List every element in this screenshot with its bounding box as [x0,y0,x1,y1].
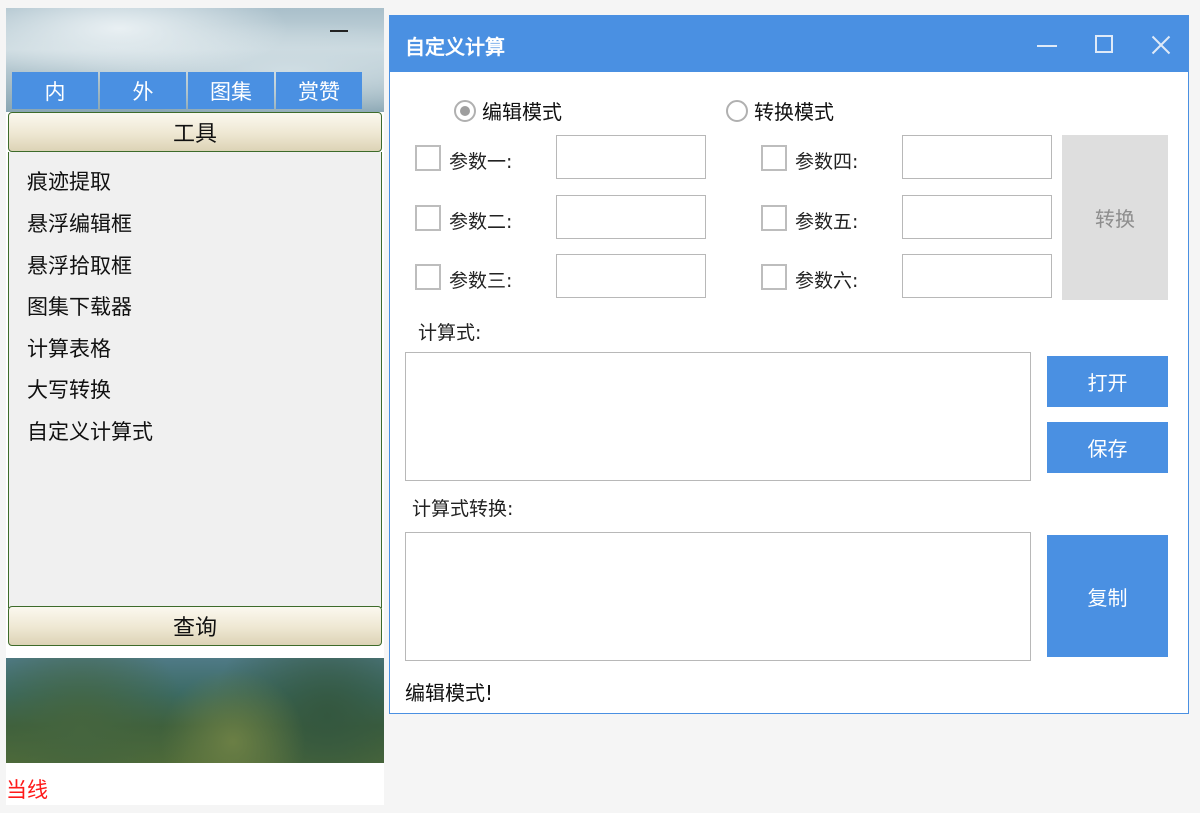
tool-item-custom-formula[interactable]: 自定义计算式 [27,416,153,446]
formula-textarea[interactable] [405,352,1031,481]
minimize-icon [1037,45,1057,47]
edit-mode-radio[interactable]: 编辑模式 [454,96,562,125]
param-2-label: 参数二: [449,211,513,233]
tool-list: 痕迹提取 悬浮编辑框 悬浮拾取框 图集下载器 计算表格 大写转换 自定义计算式 [8,152,382,608]
copy-button[interactable]: 复制 [1047,535,1168,657]
nav-tabs: 内 外 图集 赏赞 [12,72,364,109]
background-forest-image [6,658,384,763]
converted-formula-label: 计算式转换: [412,498,514,520]
radio-selected-icon [454,99,476,122]
param-4-input[interactable] [902,135,1052,179]
tool-item-floating-pick-box[interactable]: 悬浮拾取框 [27,250,132,280]
minimize-icon[interactable] [330,30,348,32]
custom-calc-dialog: 自定义计算 编辑模式 转换模式 参数一: 参数二: 参数三: 参数四: 参数五:… [389,15,1189,714]
maximize-button[interactable] [1090,30,1120,60]
online-status-text: 当线 [6,778,48,802]
converted-formula-textarea[interactable] [405,532,1031,661]
param-5-checkbox[interactable] [761,205,787,231]
save-button[interactable]: 保存 [1047,422,1168,473]
convert-button[interactable]: 转换 [1062,135,1168,300]
param-3-input[interactable] [556,254,706,298]
edit-mode-label: 编辑模式 [482,100,562,124]
convert-mode-label: 转换模式 [754,100,834,124]
param-5-label: 参数五: [795,211,859,233]
formula-label: 计算式: [418,322,482,344]
tool-item-calc-table[interactable]: 计算表格 [27,333,111,363]
param-2-checkbox[interactable] [415,205,441,231]
left-panel: 内 外 图集 赏赞 工具 痕迹提取 悬浮编辑框 悬浮拾取框 图集下载器 计算表格… [6,8,384,805]
tool-item-gallery-downloader[interactable]: 图集下载器 [27,291,132,321]
param-2-input[interactable] [556,195,706,239]
tab-inner[interactable]: 内 [12,72,98,109]
param-6-checkbox[interactable] [761,264,787,290]
title-bar[interactable]: 自定义计算 [390,16,1188,72]
minimize-button[interactable] [1032,30,1062,60]
param-1-checkbox[interactable] [415,145,441,171]
param-1-label: 参数一: [449,151,513,173]
param-3-checkbox[interactable] [415,264,441,290]
maximize-icon [1095,35,1113,53]
open-button[interactable]: 打开 [1047,356,1168,407]
param-4-checkbox[interactable] [761,145,787,171]
param-3-label: 参数三: [449,270,513,292]
tab-reward[interactable]: 赏赞 [276,72,362,109]
query-section-header[interactable]: 查询 [8,606,382,646]
tool-item-uppercase-convert[interactable]: 大写转换 [27,374,111,404]
param-6-label: 参数六: [795,270,859,292]
param-6-input[interactable] [902,254,1052,298]
param-4-label: 参数四: [795,151,859,173]
convert-mode-radio[interactable]: 转换模式 [726,96,834,125]
param-1-input[interactable] [556,135,706,179]
tab-outer[interactable]: 外 [100,72,186,109]
tools-section-header[interactable]: 工具 [8,112,382,152]
tool-item-floating-edit-box[interactable]: 悬浮编辑框 [27,208,132,238]
param-5-input[interactable] [902,195,1052,239]
dialog-title: 自定义计算 [405,35,505,59]
mode-status-text: 编辑模式! [405,681,494,705]
radio-unselected-icon [726,99,748,122]
tab-gallery[interactable]: 图集 [188,72,274,109]
close-button[interactable] [1146,30,1176,60]
tool-item-trace-extract[interactable]: 痕迹提取 [27,166,111,196]
